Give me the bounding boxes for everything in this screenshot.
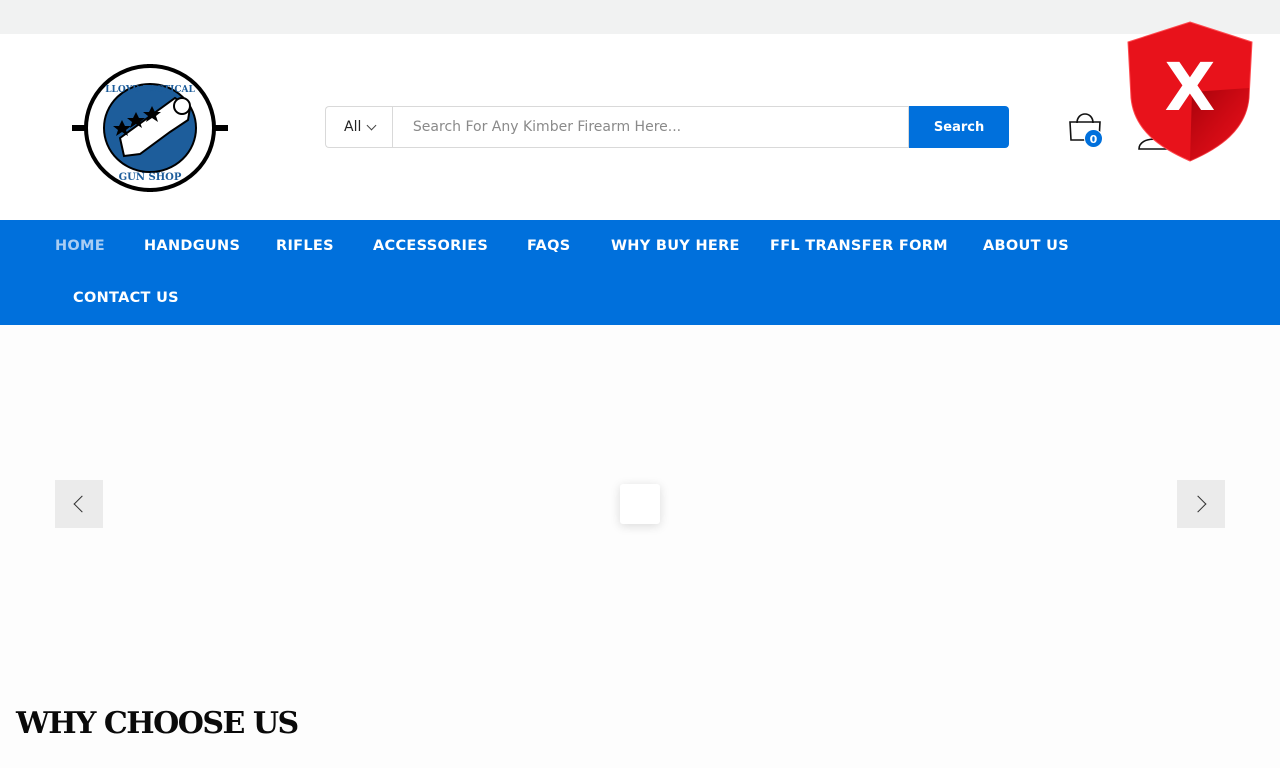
slider-prev-button[interactable]	[55, 480, 103, 528]
nav-item-faqs[interactable]: FAQS	[527, 238, 570, 254]
logo-text-bottom: GUN SHOP	[119, 172, 182, 183]
nav-item-home[interactable]: HOME	[55, 238, 105, 254]
nav-item-about-us[interactable]: ABOUT US	[983, 238, 1069, 254]
search-input[interactable]	[391, 106, 910, 148]
nav-item-contact-us[interactable]: CONTACT US	[73, 290, 179, 306]
nav-item-why-buy-here[interactable]: WHY BUY HERE	[611, 238, 740, 254]
logo-text-top: LLOYD TACTICAL	[105, 85, 195, 95]
nav-item-rifles[interactable]: RIFLES	[276, 238, 334, 254]
search-bar: All Search	[325, 106, 1009, 148]
chevron-left-icon	[73, 495, 91, 513]
category-select-label: All	[344, 119, 362, 135]
search-button[interactable]: Search	[909, 106, 1009, 148]
main-nav: HOME HANDGUNS RIFLES ACCESSORIES FAQS WH…	[0, 220, 1280, 325]
nav-item-accessories[interactable]: ACCESSORIES	[373, 238, 488, 254]
site-logo[interactable]: LLOYD TACTICAL GUN SHOP	[70, 62, 230, 194]
chevron-down-icon	[366, 120, 377, 130]
security-warning-shield[interactable]: X	[1120, 18, 1260, 166]
category-select[interactable]: All	[325, 106, 392, 148]
nav-item-ffl-transfer-form[interactable]: FFL TRANSFER FORM	[770, 238, 948, 254]
shield-x-icon: X	[1127, 21, 1253, 162]
slider-loading-indicator	[620, 484, 660, 524]
cart-count-badge: 0	[1084, 129, 1103, 148]
why-choose-us-heading: WHY CHOOSE US	[16, 706, 299, 741]
top-bar	[0, 0, 1280, 34]
nav-item-handguns[interactable]: HANDGUNS	[144, 238, 240, 254]
slider-next-button[interactable]	[1177, 480, 1225, 528]
shield-letter: X	[1165, 49, 1216, 126]
chevron-right-icon	[1189, 495, 1207, 513]
